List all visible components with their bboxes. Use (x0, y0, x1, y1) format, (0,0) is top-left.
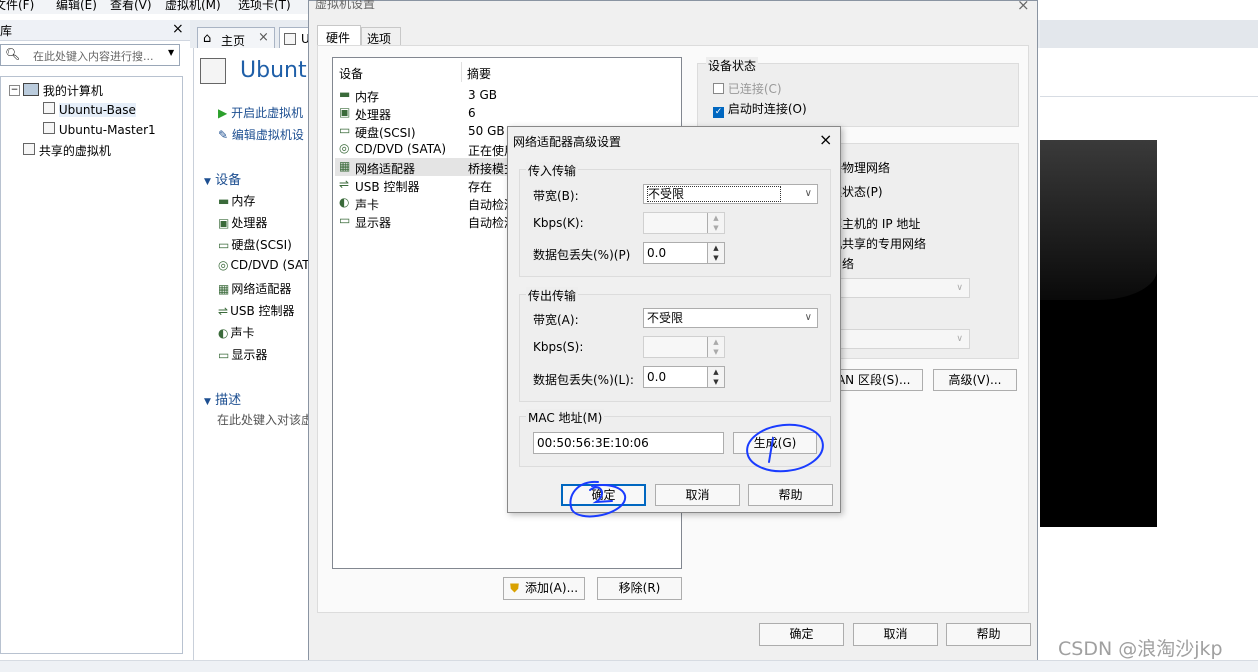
status-bar (0, 660, 1258, 672)
annotation-stroke-1 (768, 437, 774, 463)
watermark-text: CSDN @浪淘沙jkp (1058, 638, 1223, 660)
annotation-label-1: 1 (768, 451, 769, 453)
annotation-stroke-2 (589, 486, 613, 504)
hand-annotations: 1 2 (569, 423, 824, 518)
annotation-circle-generate (746, 423, 824, 473)
